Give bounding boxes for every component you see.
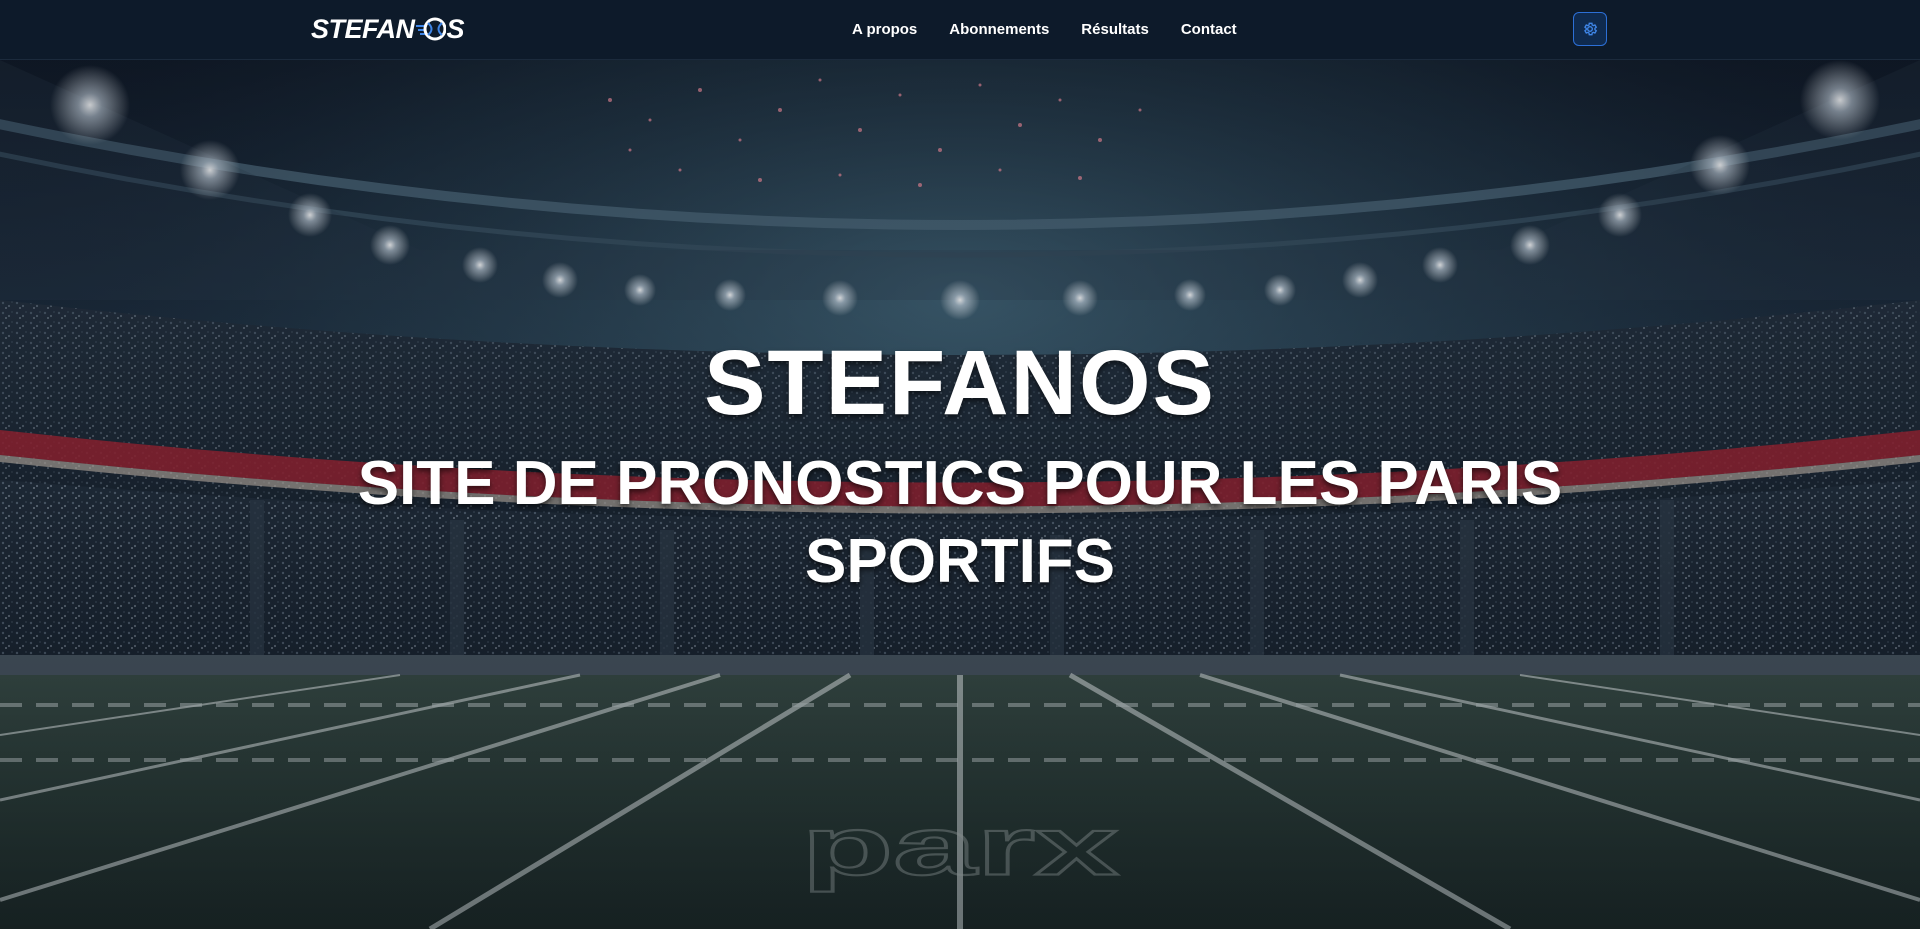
nav-link-contact[interactable]: Contact	[1181, 21, 1237, 38]
gear-icon	[1582, 21, 1598, 37]
brand-text-end: S	[446, 13, 465, 44]
tennis-ball-icon	[415, 17, 447, 41]
nav-link-resultats[interactable]: Résultats	[1081, 21, 1149, 38]
nav-link-a-propos[interactable]: A propos	[852, 21, 917, 38]
nav-link-abonnements[interactable]: Abonnements	[949, 21, 1049, 38]
brand-logo[interactable]: STEFAN S	[311, 13, 465, 44]
svg-text:parx: parx	[802, 800, 1119, 893]
settings-button[interactable]	[1573, 12, 1607, 46]
hero-subtitle: SITE DE PRONOSTICS POUR LES PARIS SPORTI…	[357, 449, 1563, 596]
top-navbar: STEFAN S A propos Abonnements Résultats …	[0, 0, 1920, 60]
main-nav: A propos Abonnements Résultats Contact	[852, 0, 1237, 59]
hero-title: STEFANOS	[704, 332, 1216, 434]
brand-text-start: STEFAN	[311, 13, 415, 44]
landing-page: parx STEFAN S A propos Abonnements Résul…	[0, 0, 1920, 929]
